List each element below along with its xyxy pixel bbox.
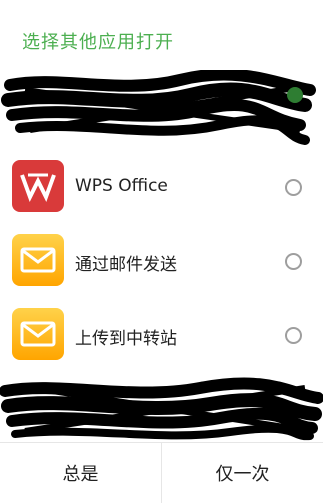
list-item-send-mail[interactable]: 通过邮件发送 bbox=[0, 228, 323, 302]
redaction-scribble-bottom bbox=[0, 377, 323, 441]
dialog-title: 选择其他应用打开 bbox=[22, 32, 174, 53]
dialog-header: 选择其他应用打开 bbox=[0, 0, 323, 80]
app-label-send-mail: 通过邮件发送 bbox=[75, 255, 177, 275]
dialog-footer: 总是 仅一次 bbox=[0, 442, 323, 503]
always-button[interactable]: 总是 bbox=[0, 443, 161, 503]
list-item-redacted-top[interactable] bbox=[0, 70, 323, 154]
mail-icon bbox=[12, 308, 64, 360]
list-item-wps-office[interactable]: WPS Office bbox=[0, 154, 323, 228]
mail-icon bbox=[12, 234, 64, 286]
list-item-upload-transfer[interactable]: 上传到中转站 bbox=[0, 302, 323, 376]
radio-send-mail[interactable] bbox=[285, 253, 302, 270]
wps-office-icon bbox=[12, 160, 64, 212]
radio-wps-office[interactable] bbox=[285, 179, 302, 196]
redaction-scribble-top bbox=[1, 70, 316, 145]
list-item-redacted-bottom[interactable] bbox=[0, 376, 323, 450]
radio-upload-transfer[interactable] bbox=[285, 327, 302, 344]
app-label-upload-transfer: 上传到中转站 bbox=[75, 329, 177, 349]
app-list: WPS Office 通过邮件发送 上传到中转站 bbox=[0, 70, 323, 442]
just-once-button[interactable]: 仅一次 bbox=[162, 443, 323, 503]
app-label-wps-office: WPS Office bbox=[75, 176, 168, 196]
